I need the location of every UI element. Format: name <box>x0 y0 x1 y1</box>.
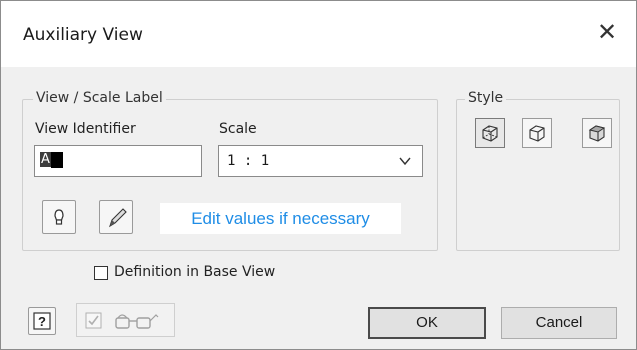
view-identifier-input[interactable]: A <box>34 145 202 177</box>
svg-text:?: ? <box>38 314 46 329</box>
group-label-style: Style <box>465 90 507 106</box>
text-cursor <box>50 152 63 168</box>
auxiliary-view-dialog: Auxiliary View ✕ View / Scale Label View… <box>0 0 637 350</box>
title-bar: Auxiliary View ✕ <box>1 1 636 67</box>
definition-in-base-view-label: Definition in Base View <box>114 264 276 280</box>
view-identifier-label: View Identifier <box>35 121 136 137</box>
edit-label-button[interactable] <box>99 200 133 234</box>
edit-values-hint: Edit values if necessary <box>160 203 401 234</box>
ok-button[interactable]: OK <box>368 307 486 339</box>
style-hidden-line-button[interactable] <box>475 118 505 148</box>
shaded-icon <box>588 125 606 142</box>
view-identifier-value: A <box>40 152 51 167</box>
hidden-line-icon <box>482 125 498 142</box>
style-shaded-button[interactable] <box>582 118 612 148</box>
cancel-button[interactable]: Cancel <box>501 307 617 339</box>
style-hidden-line-removed-button[interactable] <box>522 118 552 148</box>
group-label-view-scale: View / Scale Label <box>33 90 166 106</box>
help-button[interactable]: ? <box>28 307 56 335</box>
lightbulb-icon <box>54 209 64 225</box>
definition-in-base-view-checkbox[interactable] <box>94 266 108 280</box>
hidden-line-removed-icon <box>529 125 545 142</box>
preview-checkbox-icon <box>85 312 102 329</box>
close-icon[interactable]: ✕ <box>592 17 622 47</box>
chevron-down-icon <box>399 157 411 166</box>
pencil-icon <box>109 208 127 228</box>
preview-glasses-icon <box>115 314 159 329</box>
scale-label: Scale <box>219 121 257 137</box>
dialog-title: Auxiliary View <box>23 25 143 45</box>
help-icon: ? <box>33 312 51 330</box>
toggle-label-visibility-button[interactable] <box>42 200 76 234</box>
preview-toggle[interactable] <box>76 303 175 337</box>
scale-select[interactable]: 1 : 1 <box>218 145 423 177</box>
scale-value: 1 : 1 <box>227 153 270 169</box>
